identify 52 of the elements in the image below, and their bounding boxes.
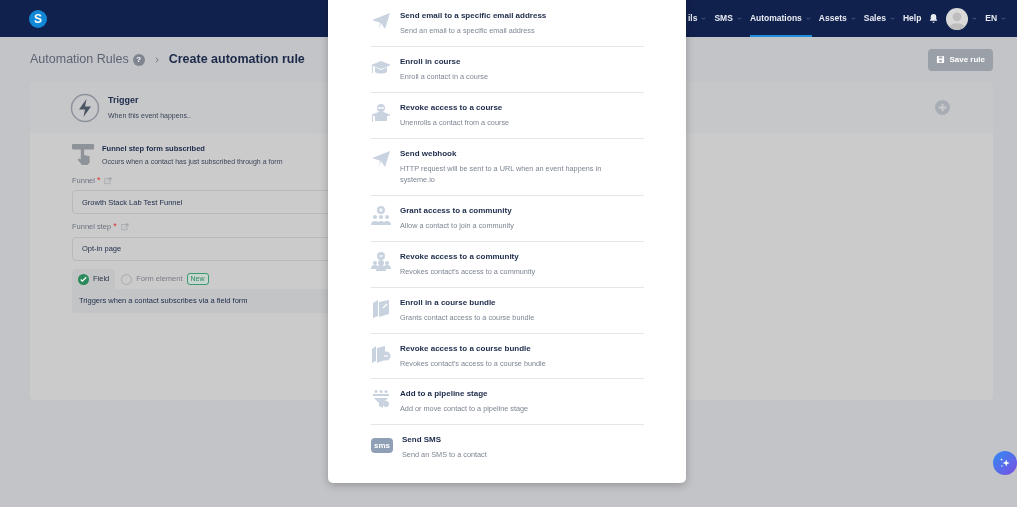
people-icon	[371, 205, 391, 226]
nav-item[interactable]: Automations	[749, 0, 812, 37]
required-mark: *	[113, 220, 117, 234]
bell-icon	[928, 13, 940, 24]
books-icon	[371, 297, 391, 318]
help-icon[interactable]: ?	[132, 53, 145, 66]
language-menu[interactable]: EN	[985, 0, 1008, 37]
nav-item[interactable]: SMS	[714, 0, 743, 37]
action-title: Revoke access to a course	[400, 102, 504, 113]
paper-plane-icon	[371, 148, 391, 169]
nav-item[interactable]: Assets	[818, 0, 857, 37]
required-mark: *	[96, 173, 101, 187]
chevron-icon[interactable]	[849, 16, 857, 21]
action-title: Send SMS	[402, 435, 443, 446]
action-title: Send email to a specific email address	[400, 11, 547, 21]
external-link-icon	[120, 223, 129, 231]
graduation-cap-icon	[371, 102, 391, 123]
breadcrumb-link[interactable]: Automation Rules	[30, 50, 129, 69]
assistant-button[interactable]	[993, 451, 1017, 475]
chevron-icon	[971, 16, 979, 21]
people-icon	[371, 251, 391, 272]
chevron-icon[interactable]	[700, 16, 708, 21]
external-link-icon	[104, 176, 113, 185]
page-title: Create automation rule	[168, 51, 305, 69]
chevron-icon[interactable]	[888, 16, 896, 21]
lightning-icon	[70, 92, 100, 123]
nav-item[interactable]: Sales	[863, 0, 896, 37]
sparkle-icon	[999, 457, 1011, 469]
chevron-icon[interactable]	[804, 16, 812, 21]
pointer-icon	[72, 143, 94, 165]
logo[interactable]: S	[29, 9, 47, 28]
action-title: Enroll in a course bundle	[400, 297, 497, 308]
avatar-icon[interactable]	[946, 7, 969, 30]
action-title: Grant access to a community	[400, 205, 513, 216]
funnel-icon	[371, 389, 391, 410]
save-icon	[936, 55, 946, 64]
action-title: Add to a pipeline stage	[400, 389, 489, 400]
books-icon	[371, 343, 391, 364]
nav-item[interactable]: Help	[902, 0, 922, 37]
chevron-icon[interactable]	[735, 16, 743, 21]
trigger-title: Trigger	[108, 93, 140, 107]
action-title: Revoke access to a course bundle	[400, 343, 532, 354]
action-title: Enroll in course	[400, 56, 462, 67]
action-title: Revoke access to a community	[400, 251, 520, 262]
radio-icon[interactable]	[121, 273, 133, 285]
radio-checked-icon[interactable]	[78, 273, 89, 285]
nav-item[interactable]: ils	[688, 0, 708, 37]
sms-icon: sms	[371, 438, 393, 454]
paper-plane-icon	[371, 11, 391, 31]
chevron-icon	[1000, 16, 1008, 21]
add-icon[interactable]	[935, 100, 950, 115]
action-title: Send webhook	[400, 148, 458, 159]
